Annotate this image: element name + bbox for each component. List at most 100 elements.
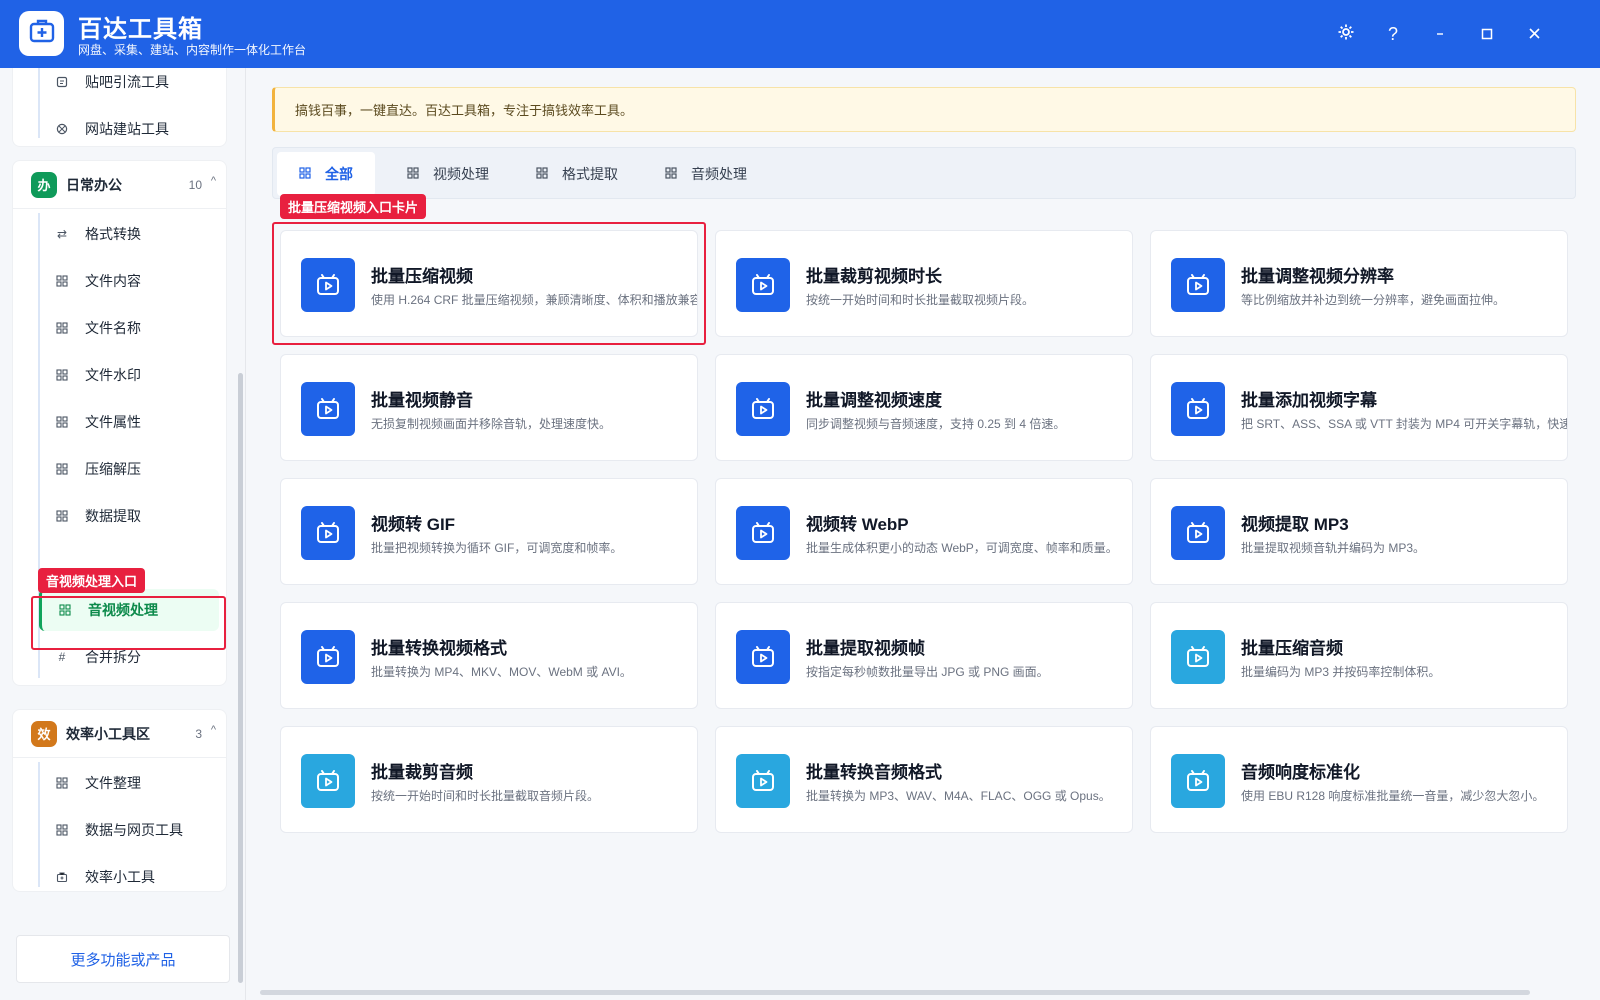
video-play-icon [301,506,355,560]
card-description: 按统一开始时间和时长批量截取音频片段。 [371,789,600,803]
title-bar: 百达工具箱 网盘、采集、建站、内容制作一体化工作台 ? [0,0,1600,68]
sidebar-item-label: 数据提取 [85,508,141,524]
video-play-icon [736,382,790,436]
video-play-icon [736,258,790,312]
video-play-icon [1171,754,1225,808]
grid-icon [55,368,69,382]
card-description: 同步调整视频与音频速度，支持 0.25 到 4 倍速。 [806,417,1066,431]
video-play-icon [301,382,355,436]
card-title: 视频转 WebP [806,515,909,534]
tool-card[interactable]: 视频提取 MP3 批量提取视频音轨并编码为 MP3。 [1150,478,1568,585]
group-badge: 效 [31,720,57,747]
video-play-icon [301,630,355,684]
app-logo [19,11,64,56]
chevron-up-icon[interactable]: ^ [211,175,216,187]
tab-audio[interactable]: 音频处理 [643,152,769,196]
video-play-icon [736,754,790,808]
gear-icon [1337,23,1355,46]
grid-icon [665,166,677,182]
video-play-icon [736,506,790,560]
sidebar-item-file-name[interactable]: 文件名称 [39,307,219,349]
sidebar-item-data-extract[interactable]: 数据提取 [39,495,219,537]
horizontal-scrollbar[interactable] [260,990,1530,995]
close-button[interactable] [1519,19,1549,49]
grid-icon [55,776,69,790]
notice-text: 搞钱百事，一键直达。百达工具箱，专注于搞钱效率工具。 [295,103,634,118]
more-products-button[interactable]: 更多功能或产品 [16,935,230,983]
sidebar-group-efficiency: 效 效率小工具区 3 ^ 文件整理 数据与网页工具 效率小工具 [12,709,227,892]
callout-compress-video-tag: 批量压缩视频入口卡片 [280,194,427,219]
sidebar-item-label: 文件整理 [85,775,141,791]
tab-video[interactable]: 视频处理 [385,152,511,196]
tool-card[interactable]: 批量转换视频格式 批量转换为 MP4、MKV、MOV、WebM 或 AVI。 [280,602,698,709]
group-title: 日常办公 [66,176,122,193]
grid-icon [299,166,311,182]
tool-card[interactable]: 批量压缩音频 批量编码为 MP3 并按码率控制体积。 [1150,602,1568,709]
tab-all[interactable]: 全部 [277,152,375,196]
card-description: 批量转换为 MP3、WAV、M4A、FLAC、OGG 或 Opus。 [806,789,1111,803]
sidebar-item-label: 格式转换 [85,226,141,242]
video-play-icon [736,630,790,684]
tool-card[interactable]: 批量裁剪音频 按统一开始时间和时长批量截取音频片段。 [280,726,698,833]
tool-card[interactable]: 音频响度标准化 使用 EBU R128 响度标准批量统一音量，减少忽大忽小。 [1150,726,1568,833]
group-header[interactable]: 办 日常办公 10 ^ [13,161,226,209]
app-title: 百达工具箱 [78,16,203,43]
sidebar-item-format-convert[interactable]: ⇄ 格式转换 [39,213,219,255]
help-button[interactable]: ? [1378,19,1408,49]
tool-card[interactable]: 批量视频静音 无损复制视频画面并移除音轨，处理速度快。 [280,354,698,461]
globe-icon [55,122,69,136]
sidebar-item-file-attributes[interactable]: 文件属性 [39,401,219,443]
sidebar-item-file-organize[interactable]: 文件整理 [39,762,219,804]
tool-card[interactable]: 批量调整视频速度 同步调整视频与音频速度，支持 0.25 到 4 倍速。 [715,354,1133,461]
sidebar-item-label: 文件名称 [85,320,141,336]
sidebar-item-audio-video[interactable]: 音视频处理 [39,589,219,631]
tab-label: 视频处理 [433,166,489,182]
card-title: 批量视频静音 [371,391,473,410]
sidebar-item-file-watermark[interactable]: 文件水印 [39,354,219,396]
card-title: 批量转换音频格式 [806,763,942,782]
sidebar-item-label: 文件内容 [85,273,141,289]
tool-card[interactable]: 批量添加视频字幕把 SRT、ASS、SSA 或 VTT 封装为 MP4 可开关字… [1150,354,1568,461]
sidebar-item-file-content[interactable]: 文件内容 [39,260,219,302]
sidebar-item-data-web[interactable]: 数据与网页工具 [39,809,219,851]
sidebar-item-merge-split[interactable]: # 合并拆分 [39,636,219,678]
group-header[interactable]: 效 效率小工具区 3 ^ [13,710,226,758]
tab-format-extract[interactable]: 格式提取 [514,152,640,196]
chevron-up-icon[interactable]: ^ [211,724,216,736]
tool-card[interactable]: 批量提取视频帧 按指定每秒帧数批量导出 JPG 或 PNG 画面。 [715,602,1133,709]
video-play-icon [1171,630,1225,684]
grid-icon [55,509,69,523]
card-title: 音频响度标准化 [1241,763,1360,782]
maximize-button[interactable] [1472,19,1502,49]
grid-icon [58,603,72,617]
sidebar-item-label: 文件属性 [85,414,141,430]
tool-card[interactable]: 批量调整视频分辨率 等比例缩放并补边到统一分辨率，避免画面拉伸。 [1150,230,1568,337]
group-badge: 办 [31,171,57,198]
tool-card[interactable]: 视频转 GIF 批量把视频转换为循环 GIF，可调宽度和帧率。 [280,478,698,585]
card-description: 等比例缩放并补边到统一分辨率，避免画面拉伸。 [1241,293,1506,307]
sidebar-item-tieba[interactable]: 贴吧引流工具 [39,68,219,103]
close-icon [1528,24,1541,45]
sidebar-scrollbar[interactable] [238,373,243,983]
minimize-button[interactable] [1425,19,1455,49]
card-description: 批量生成体积更小的动态 WebP，可调宽度、帧率和质量。 [806,541,1118,555]
grid-icon [536,166,548,182]
settings-button[interactable] [1331,19,1361,49]
sidebar-item-website[interactable]: 网站建站工具 [39,108,219,150]
sidebar-item-label: 文件水印 [85,367,141,383]
group-title: 效率小工具区 [66,725,150,742]
tool-card[interactable]: 批量压缩视频 使用 H.264 CRF 批量压缩视频，兼顾清晰度、体积和播放兼容性… [280,230,698,337]
minimize-icon [1434,24,1446,45]
grid-icon [407,166,419,182]
card-title: 批量转换视频格式 [371,639,507,658]
card-description: 批量把视频转换为循环 GIF，可调宽度和帧率。 [371,541,623,555]
app-subtitle: 网盘、采集、建站、内容制作一体化工作台 [78,43,307,57]
sidebar-item-compress[interactable]: 压缩解压 [39,448,219,490]
swap-icon: ⇄ [56,227,68,241]
tool-card[interactable]: 批量转换音频格式批量转换为 MP3、WAV、M4A、FLAC、OGG 或 Opu… [715,726,1133,833]
tool-card[interactable]: 视频转 WebP 批量生成体积更小的动态 WebP，可调宽度、帧率和质量。 [715,478,1133,585]
tool-card[interactable]: 批量裁剪视频时长 按统一开始时间和时长批量截取视频片段。 [715,230,1133,337]
category-tabs: 全部 视频处理 格式提取 音频处理 [272,147,1576,199]
sidebar-item-efficiency-tools[interactable]: 效率小工具 [39,856,219,898]
notice-banner: 搞钱百事，一键直达。百达工具箱，专注于搞钱效率工具。 [272,87,1576,132]
